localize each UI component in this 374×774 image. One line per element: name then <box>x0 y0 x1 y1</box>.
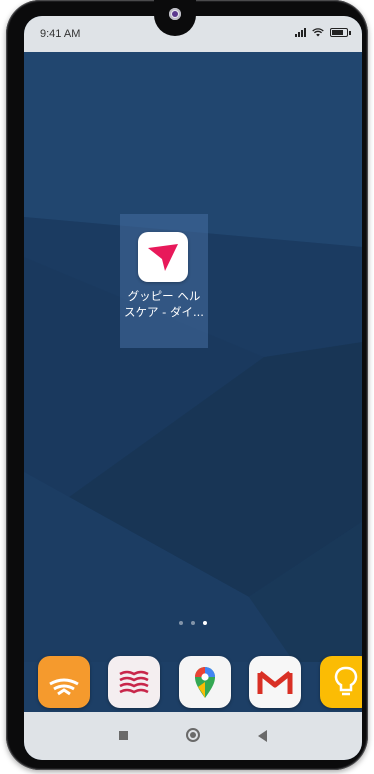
app-label-line2: スケア - ダイ... <box>124 305 204 319</box>
app-label: グッピー ヘル スケア - ダイ... <box>120 288 208 320</box>
screen: 9:41 AM グッピー ヘル スケア - ダイ... <box>24 16 362 760</box>
keep-notes-icon[interactable] <box>320 656 362 708</box>
page-dot-3-active[interactable] <box>203 621 207 625</box>
page-indicator[interactable] <box>24 621 362 625</box>
wifi-icon <box>312 28 324 37</box>
phone-frame: 9:41 AM グッピー ヘル スケア - ダイ... <box>6 0 368 770</box>
guppy-health-icon[interactable] <box>138 232 188 282</box>
home-circle-icon <box>186 728 200 742</box>
navigation-bar <box>24 712 362 760</box>
page-dot-1[interactable] <box>179 621 183 625</box>
wallpaper <box>24 52 362 662</box>
kindle-pages-icon[interactable] <box>108 656 160 708</box>
recents-square-icon <box>119 731 128 740</box>
home-button[interactable] <box>164 712 224 760</box>
app-label-line1: グッピー ヘル <box>127 289 201 303</box>
page-dot-2[interactable] <box>191 621 195 625</box>
front-camera-icon <box>169 8 181 20</box>
google-maps-icon[interactable] <box>179 656 231 708</box>
back-triangle-icon <box>258 730 267 742</box>
gmail-icon[interactable] <box>249 656 301 708</box>
battery-level <box>332 30 343 35</box>
home-app-guppy-health[interactable]: グッピー ヘル スケア - ダイ... <box>120 214 208 348</box>
dock <box>24 652 362 712</box>
status-icons <box>295 28 351 37</box>
recents-button[interactable] <box>94 712 154 760</box>
status-time: 9:41 AM <box>40 28 81 40</box>
back-button[interactable] <box>234 712 294 760</box>
battery-icon <box>330 28 351 37</box>
audible-icon[interactable] <box>38 656 90 708</box>
signal-icon <box>295 28 306 37</box>
